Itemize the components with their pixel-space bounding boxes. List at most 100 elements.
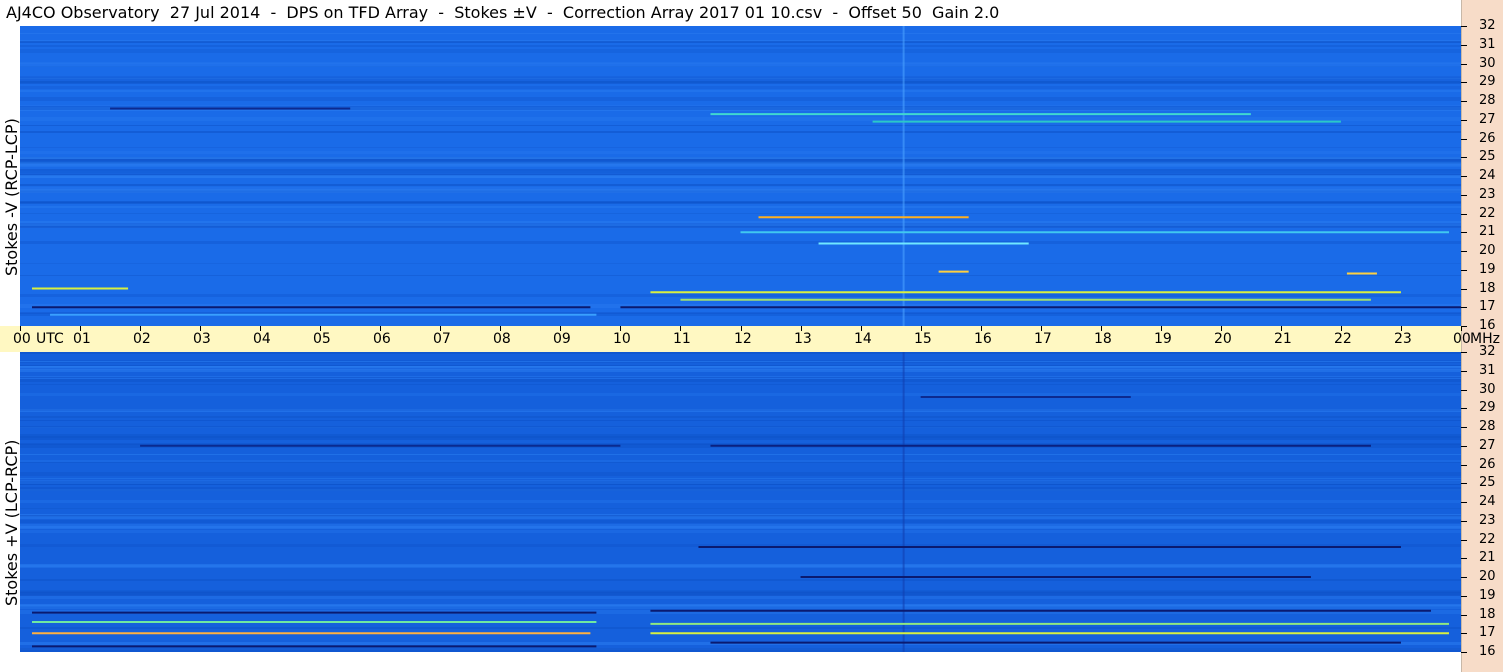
background-band bbox=[20, 224, 1461, 226]
mhz-tick-label: 24 bbox=[1479, 494, 1496, 509]
mhz-tick bbox=[1461, 232, 1467, 233]
mhz-tick-label: 29 bbox=[1479, 74, 1496, 89]
mhz-tick-label: 20 bbox=[1479, 569, 1496, 584]
mhz-tick-label: 32 bbox=[1479, 18, 1496, 33]
mhz-tick-label: 23 bbox=[1479, 513, 1496, 528]
mhz-tick-label: 21 bbox=[1479, 550, 1496, 565]
utc-tick-label: 04 bbox=[253, 331, 271, 347]
emission-streak bbox=[32, 306, 591, 309]
emission-streak bbox=[920, 396, 1131, 398]
background-band bbox=[20, 484, 1461, 485]
background-band bbox=[20, 49, 1461, 53]
mhz-tick bbox=[1461, 195, 1467, 196]
mhz-tick-label: 29 bbox=[1479, 400, 1496, 415]
background-band bbox=[20, 63, 1461, 67]
background-band bbox=[20, 427, 1461, 428]
background-band bbox=[20, 131, 1461, 133]
mhz-tick bbox=[1461, 270, 1467, 271]
utc-tick-label: 22 bbox=[1334, 331, 1352, 347]
utc-tick-label: 09 bbox=[553, 331, 571, 347]
background-band bbox=[20, 174, 1461, 175]
mhz-tick-label: 17 bbox=[1479, 299, 1496, 314]
mhz-tick bbox=[1461, 446, 1467, 447]
utc-tick-label: 00 bbox=[1453, 331, 1471, 347]
mhz-tick-label: 31 bbox=[1479, 37, 1496, 52]
mhz-tick-label: 19 bbox=[1479, 262, 1496, 277]
utc-tick-label: 18 bbox=[1094, 331, 1112, 347]
background-band bbox=[20, 478, 1461, 479]
mhz-unit-label: MHz bbox=[1470, 331, 1500, 347]
spectrogram-bottom-svg bbox=[20, 352, 1461, 652]
utc-tick-label: 19 bbox=[1154, 331, 1172, 347]
mhz-tick-label: 28 bbox=[1479, 93, 1496, 108]
background-band bbox=[20, 184, 1461, 186]
mhz-tick-label: 22 bbox=[1479, 532, 1496, 547]
interference-line bbox=[902, 352, 905, 652]
background-band bbox=[20, 189, 1461, 193]
emission-streak bbox=[872, 120, 1341, 123]
emission-streak bbox=[620, 306, 1461, 309]
mhz-tick bbox=[1461, 540, 1467, 541]
emission-streak bbox=[740, 231, 1449, 234]
emission-streak bbox=[710, 641, 1401, 644]
background-band bbox=[20, 604, 1461, 606]
mhz-tick bbox=[1461, 64, 1467, 65]
background-band bbox=[20, 263, 1461, 264]
background-band bbox=[20, 472, 1461, 476]
background-band bbox=[20, 221, 1461, 223]
mhz-tick bbox=[1461, 45, 1467, 46]
background-band bbox=[20, 516, 1461, 519]
background-band bbox=[20, 607, 1461, 609]
mhz-tick-label: 31 bbox=[1479, 363, 1496, 378]
emission-streak bbox=[140, 444, 621, 447]
background-band bbox=[20, 500, 1461, 503]
mhz-tick bbox=[1461, 483, 1467, 484]
background-band bbox=[20, 33, 1461, 34]
utc-tick-label: 17 bbox=[1034, 331, 1052, 347]
mhz-tick-label: 27 bbox=[1479, 438, 1496, 453]
emission-streak bbox=[650, 609, 1431, 612]
top-panel-ylabel: Stokes -V (RCP-LCP) bbox=[2, 118, 21, 276]
background-band bbox=[20, 592, 1461, 596]
background-band bbox=[20, 213, 1461, 214]
background-band bbox=[20, 436, 1461, 440]
background-band bbox=[20, 480, 1461, 484]
background-band bbox=[20, 223, 1461, 224]
background-band bbox=[20, 275, 1461, 276]
emission-streak bbox=[938, 270, 969, 273]
background-band bbox=[20, 77, 1461, 81]
background-band bbox=[20, 117, 1461, 121]
mhz-tick-label: 30 bbox=[1479, 382, 1496, 397]
background-band bbox=[20, 564, 1461, 567]
mhz-tick bbox=[1461, 307, 1467, 308]
emission-streak bbox=[1346, 272, 1377, 275]
utc-tick-label: 03 bbox=[193, 331, 211, 347]
background-band bbox=[20, 201, 1461, 203]
background-band bbox=[20, 105, 1461, 106]
mhz-tick bbox=[1461, 214, 1467, 215]
mhz-tick bbox=[1461, 577, 1467, 578]
emission-streak bbox=[698, 546, 1401, 548]
background-band bbox=[20, 81, 1461, 84]
mhz-tick bbox=[1461, 157, 1467, 158]
mhz-tick bbox=[1461, 521, 1467, 522]
mhz-tick-label: 26 bbox=[1479, 131, 1496, 146]
background-band bbox=[20, 147, 1461, 148]
mhz-tick bbox=[1461, 289, 1467, 290]
mhz-tick-label: 26 bbox=[1479, 457, 1496, 472]
utc-tick-label: 15 bbox=[914, 331, 932, 347]
background-band bbox=[20, 86, 1461, 89]
background-band bbox=[20, 530, 1461, 533]
utc-tick-label: 16 bbox=[974, 331, 992, 347]
utc-axis bbox=[0, 326, 1461, 352]
emission-streak bbox=[710, 444, 1371, 447]
background-band bbox=[20, 97, 1461, 101]
background-band bbox=[20, 361, 1461, 362]
emission-streak bbox=[650, 291, 1401, 294]
utc-tick-label: 11 bbox=[673, 331, 691, 347]
utc-unit-label: UTC bbox=[36, 331, 64, 347]
utc-tick-label: 00 bbox=[13, 331, 31, 347]
emission-streak bbox=[32, 611, 597, 614]
emission-streak bbox=[650, 632, 1449, 635]
utc-tick-label: 02 bbox=[133, 331, 151, 347]
